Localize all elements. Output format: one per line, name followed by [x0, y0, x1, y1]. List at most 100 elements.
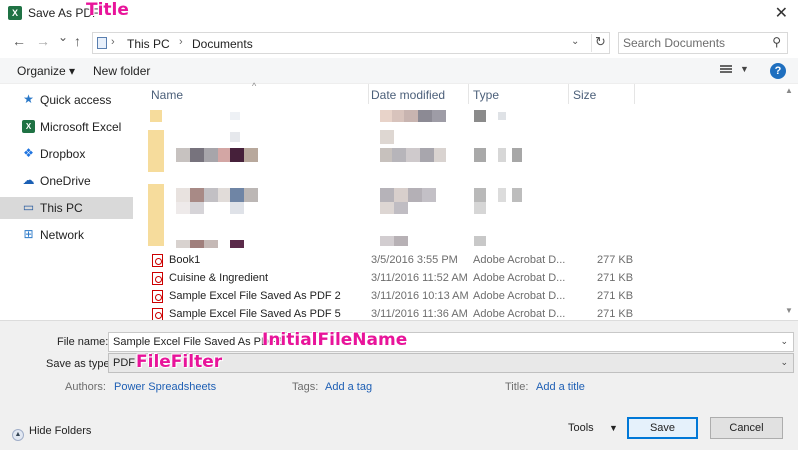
save-as-type-value: PDF [113, 357, 135, 369]
hide-folders-button[interactable]: ▲ Hide Folders [12, 425, 91, 441]
tags-label: Tags: [292, 381, 319, 393]
file-list: ^ Name Date modified Type Size Book1 3/5… [140, 81, 788, 321]
add-title-link[interactable]: Add a title [536, 381, 585, 393]
add-tag-link[interactable]: Add a tag [325, 381, 372, 393]
chevron-down-icon[interactable]: ▼ [740, 64, 749, 74]
sort-ascending-icon: ^ [252, 81, 257, 91]
cancel-button[interactable]: Cancel [710, 417, 783, 439]
file-name-cell: Book1 [169, 254, 201, 266]
dropbox-icon: ❖ [23, 146, 34, 160]
scroll-up-icon[interactable]: ▲ [785, 86, 793, 95]
file-name-field[interactable]: Sample Excel File Saved As PDF 5 ⌄ [108, 332, 794, 352]
authors-value[interactable]: Power Spreadsheets [114, 381, 216, 393]
file-size-cell: 271 KB [597, 308, 634, 320]
file-size-cell: 271 KB [597, 290, 634, 302]
sidebar-item-microsoft-excel[interactable]: X Microsoft Excel [0, 116, 133, 138]
scroll-down-icon[interactable]: ▼ [785, 306, 793, 315]
refresh-icon[interactable]: ↻ [591, 34, 609, 52]
file-size-cell: 277 KB [597, 254, 634, 266]
pdf-file-icon [152, 254, 163, 267]
cloud-icon: ☁ [22, 173, 35, 187]
annotation-title: Title [86, 0, 129, 20]
view-options-icon[interactable] [720, 64, 732, 76]
organize-button[interactable]: Organize ▾ [17, 64, 75, 78]
pdf-file-icon [152, 272, 163, 285]
file-name-cell: Cuisine & Ingredient [169, 272, 269, 284]
authors-label: Authors: [65, 381, 106, 393]
save-as-dialog: X Save As PDF Title ✕ ← → ⌄ ↑ › This PC … [0, 0, 798, 450]
column-header-date-modified[interactable]: Date modified [371, 88, 445, 102]
sidebar-item-quick-access[interactable]: ★ Quick access [0, 89, 133, 111]
column-divider [634, 84, 635, 104]
chevron-down-icon[interactable]: ⌄ [780, 336, 788, 347]
tools-button[interactable]: Tools ▼ [568, 422, 618, 434]
this-pc-icon [97, 37, 107, 49]
back-icon[interactable]: ← [12, 33, 26, 49]
command-toolbar: Organize ▾ New folder ▼ ? [0, 58, 798, 84]
file-name-value: Sample Excel File Saved As PDF 5 [113, 336, 285, 348]
chevron-right-icon: › [179, 36, 183, 48]
up-icon[interactable]: ↑ [74, 33, 81, 49]
sidebar-item-label: This PC [40, 201, 83, 215]
computer-icon: ▭ [22, 200, 35, 214]
save-as-type-label: Save as type: [46, 358, 113, 370]
file-type-cell: Adobe Acrobat D... [473, 254, 566, 266]
file-name-label: File name: [57, 336, 109, 348]
file-type-cell: Adobe Acrobat D... [473, 272, 566, 284]
recent-locations-icon[interactable]: ⌄ [58, 30, 68, 44]
navigation-pane: ★ Quick access X Microsoft Excel ❖ Dropb… [0, 84, 140, 320]
breadcrumb-this-pc[interactable]: This PC [127, 37, 170, 51]
file-name-cell: Sample Excel File Saved As PDF 2 [169, 290, 341, 302]
search-icon[interactable]: ⚲ [772, 35, 781, 49]
help-icon[interactable]: ? [770, 63, 786, 79]
hide-folders-label: Hide Folders [29, 425, 92, 437]
breadcrumb-documents[interactable]: Documents [192, 37, 253, 51]
title-bar: X Save As PDF Title ✕ [0, 0, 798, 28]
chevron-down-icon[interactable]: ⌄ [780, 357, 788, 368]
sidebar-item-this-pc[interactable]: ▭ This PC [0, 197, 133, 219]
chevron-down-icon[interactable]: ⌄ [571, 36, 579, 47]
file-date-cell: 3/11/2016 10:13 AM [371, 290, 469, 302]
chevron-right-icon: › [111, 36, 115, 48]
search-input[interactable] [623, 35, 763, 51]
file-date-cell: 3/5/2016 3:55 PM [371, 254, 458, 266]
save-form: File name: Sample Excel File Saved As PD… [0, 320, 798, 450]
star-icon: ★ [23, 92, 34, 106]
chevron-up-icon: ▲ [12, 429, 24, 441]
column-header-name[interactable]: Name [151, 88, 183, 102]
column-divider [468, 84, 469, 104]
column-header-type[interactable]: Type [473, 88, 499, 102]
sidebar-item-label: Microsoft Excel [40, 120, 122, 134]
address-bar[interactable]: › This PC › Documents ⌄ ↻ [92, 32, 610, 54]
sidebar-item-dropbox[interactable]: ❖ Dropbox [0, 143, 133, 165]
sidebar-item-label: OneDrive [40, 174, 91, 188]
file-type-cell: Adobe Acrobat D... [473, 290, 566, 302]
annotation-initial-file-name: InitialFileName [262, 330, 408, 350]
table-row[interactable]: Book1 3/5/2016 3:55 PM Adobe Acrobat D..… [140, 252, 780, 270]
vertical-scrollbar[interactable]: ▲ ▼ [780, 84, 798, 320]
sidebar-item-label: Quick access [40, 93, 112, 107]
excel-icon: X [22, 120, 35, 133]
sidebar-item-label: Network [40, 228, 85, 242]
column-divider [368, 84, 369, 104]
file-name-cell: Sample Excel File Saved As PDF 5 [169, 308, 341, 320]
network-icon: ⊞ [23, 227, 34, 241]
sidebar-item-network[interactable]: ⊞ Network [0, 224, 133, 246]
excel-icon: X [8, 6, 22, 20]
navigation-row: ← → ⌄ ↑ › This PC › Documents ⌄ ↻ ⚲ [0, 28, 798, 58]
table-row[interactable]: Sample Excel File Saved As PDF 2 3/11/20… [140, 288, 780, 306]
close-icon[interactable]: ✕ [775, 3, 788, 23]
title-label: Title: [505, 381, 529, 393]
chevron-down-icon: ▼ [608, 423, 618, 433]
search-box[interactable]: ⚲ [618, 32, 788, 54]
forward-icon[interactable]: → [36, 33, 50, 49]
sidebar-item-onedrive[interactable]: ☁ OneDrive [0, 170, 133, 192]
file-type-cell: Adobe Acrobat D... [473, 308, 566, 320]
file-date-cell: 3/11/2016 11:52 AM [371, 272, 468, 284]
new-folder-button[interactable]: New folder [93, 64, 150, 78]
sidebar-item-label: Dropbox [40, 147, 86, 161]
save-button[interactable]: Save [627, 417, 698, 439]
table-row[interactable]: Cuisine & Ingredient 3/11/2016 11:52 AM … [140, 270, 780, 288]
column-header-size[interactable]: Size [573, 88, 596, 102]
file-date-cell: 3/11/2016 11:36 AM [371, 308, 468, 320]
